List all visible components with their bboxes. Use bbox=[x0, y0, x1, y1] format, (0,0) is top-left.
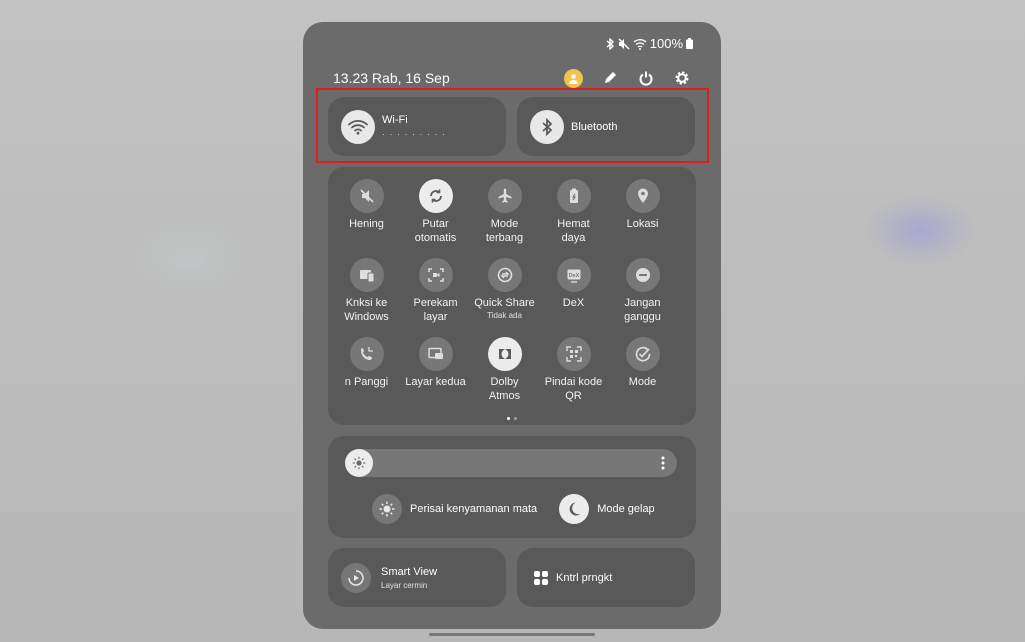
quick-toggle-label: Pindai kode QR bbox=[544, 376, 603, 402]
qr-scanner-icon bbox=[556, 337, 591, 371]
user-avatar-icon[interactable] bbox=[564, 68, 583, 88]
quick-toggle-label: Quick Share bbox=[474, 297, 535, 309]
quick-toggle-label: Dolby Atmos bbox=[488, 376, 521, 402]
brightness-slider[interactable] bbox=[345, 449, 677, 477]
header-row: 13.23 Rab, 16 Sep bbox=[333, 67, 691, 89]
quick-toggle-label: Mode terbang bbox=[485, 218, 524, 244]
quick-toggle-label: Perekam layar bbox=[413, 297, 458, 323]
quick-toggle-sublabel: Tidak ada bbox=[487, 311, 522, 320]
page-indicator bbox=[507, 417, 517, 420]
quick-toggle-label: Jangan ganggu bbox=[624, 297, 661, 323]
mute-status-icon bbox=[618, 38, 630, 50]
brightness-card: Perisai kenyamanan mata Mode gelap bbox=[328, 436, 696, 538]
quick-share-icon bbox=[487, 258, 522, 292]
quick-toggle-battery-saver[interactable]: Hemat daya bbox=[539, 179, 608, 258]
quick-toggle-link-to-windows[interactable]: Knksi ke Windows bbox=[332, 258, 401, 337]
display-toggles: Perisai kenyamanan mata Mode gelap bbox=[372, 494, 655, 524]
call-icon bbox=[349, 337, 384, 371]
gesture-nav-bar[interactable] bbox=[429, 633, 595, 636]
quick-toggle-modes-check[interactable]: Mode bbox=[608, 337, 677, 416]
page-dot-active bbox=[507, 417, 510, 420]
quick-toggle-airplane[interactable]: Mode terbang bbox=[470, 179, 539, 258]
svg-text:DeX: DeX bbox=[568, 273, 579, 279]
status-bar: 100% bbox=[605, 36, 693, 51]
device-control-tile[interactable]: Kntrl prngkt bbox=[517, 548, 695, 607]
brightness-more-options-icon[interactable] bbox=[661, 456, 665, 475]
dark-mode-toggle[interactable]: Mode gelap bbox=[559, 494, 655, 524]
date-time: 13.23 Rab, 16 Sep bbox=[333, 70, 450, 86]
battery-icon bbox=[686, 38, 693, 49]
battery-saver-icon bbox=[556, 179, 591, 213]
smart-view-sub: Layar cermin bbox=[381, 580, 428, 590]
page-dot bbox=[514, 417, 517, 420]
quick-toggle-call[interactable]: n Panggi bbox=[332, 337, 401, 416]
quick-toggle-screen-recorder[interactable]: Perekam layar bbox=[401, 258, 470, 337]
quick-toggle-label: Lokasi bbox=[626, 218, 659, 230]
quick-toggle-label: Hening bbox=[349, 218, 384, 230]
quick-toggle-location-pin[interactable]: Lokasi bbox=[608, 179, 677, 258]
settings-gear-icon[interactable] bbox=[672, 69, 691, 88]
quick-toggle-dex[interactable]: DeX DeX bbox=[539, 258, 608, 337]
quick-toggle-label: DeX bbox=[562, 297, 585, 309]
quick-toggle-label: Knksi ke Windows bbox=[344, 297, 389, 323]
modes-check-icon bbox=[625, 337, 660, 371]
eye-comfort-toggle[interactable]: Perisai kenyamanan mata bbox=[372, 494, 537, 524]
quick-toggle-grid: Hening Putar otomatis Mode terbang Hemat da… bbox=[332, 179, 692, 416]
dex-icon: DeX bbox=[556, 258, 591, 292]
smart-view-tile[interactable]: Smart View Layar cermin bbox=[328, 548, 506, 607]
wifi-status-icon bbox=[633, 38, 647, 50]
quick-toggle-dolby-atmos[interactable]: Dolby Atmos bbox=[470, 337, 539, 416]
quick-toggle-do-not-disturb[interactable]: Jangan ganggu bbox=[608, 258, 677, 337]
bluetooth-status-icon bbox=[605, 37, 615, 50]
dark-mode-label: Mode gelap bbox=[597, 503, 655, 515]
smart-view-icon bbox=[341, 562, 371, 593]
quick-toggle-auto-rotate[interactable]: Putar otomatis bbox=[401, 179, 470, 258]
smart-view-label: Smart View bbox=[381, 565, 438, 578]
brightness-slider-handle[interactable] bbox=[345, 449, 373, 477]
device-control-grid-icon bbox=[534, 570, 548, 585]
device-control-label: Kntrl prngkt bbox=[556, 571, 613, 584]
quick-toggle-label: Hemat daya bbox=[557, 218, 590, 244]
dolby-atmos-icon bbox=[487, 337, 522, 371]
mute-icon bbox=[349, 179, 384, 213]
auto-rotate-icon bbox=[418, 179, 453, 213]
quick-toggle-label: Mode bbox=[628, 376, 657, 388]
quick-toggle-qr-scanner[interactable]: Pindai kode QR bbox=[539, 337, 608, 416]
power-icon[interactable] bbox=[636, 69, 655, 88]
header-actions bbox=[564, 68, 691, 88]
quick-toggle-label: n Panggi bbox=[344, 376, 389, 388]
do-not-disturb-icon bbox=[625, 258, 660, 292]
quick-toggle-grid-card: Hening Putar otomatis Mode terbang Hemat da… bbox=[328, 167, 696, 425]
brightness-sun-icon bbox=[352, 456, 366, 470]
edit-pencil-icon[interactable] bbox=[600, 69, 619, 88]
airplane-icon bbox=[487, 179, 522, 213]
eye-comfort-label: Perisai kenyamanan mata bbox=[410, 503, 538, 515]
quick-toggle-quick-share[interactable]: Quick Share Tidak ada bbox=[470, 258, 539, 337]
link-to-windows-icon bbox=[349, 258, 384, 292]
battery-percent: 100% bbox=[649, 36, 683, 51]
screen-recorder-icon bbox=[418, 258, 453, 292]
quick-toggle-label: Putar otomatis bbox=[414, 218, 457, 244]
second-screen-icon bbox=[418, 337, 453, 371]
moon-icon bbox=[559, 494, 590, 524]
location-pin-icon bbox=[625, 179, 660, 213]
quick-toggle-label: Layar kedua bbox=[405, 376, 466, 388]
quick-toggle-second-screen[interactable]: Layar kedua bbox=[401, 337, 470, 416]
eye-comfort-sun-icon bbox=[372, 494, 402, 524]
highlight-box bbox=[316, 88, 709, 163]
quick-toggle-mute[interactable]: Hening bbox=[332, 179, 401, 258]
